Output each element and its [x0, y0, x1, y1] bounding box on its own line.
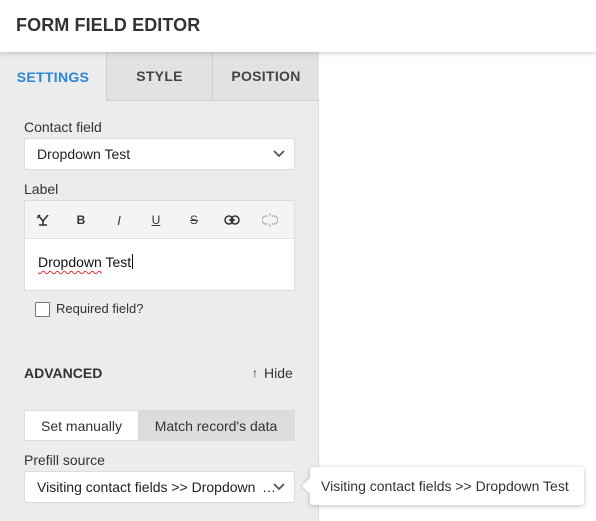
prefill-source-select[interactable]: Visiting contact fields >> Dropdown …	[24, 471, 295, 503]
tab-settings[interactable]: SETTINGS	[0, 52, 106, 101]
underline-icon[interactable]: U	[147, 211, 165, 229]
hide-advanced-button[interactable]: ↑ Hide	[252, 365, 293, 381]
contact-field-label: Contact field	[24, 119, 102, 135]
variable-icon[interactable]	[34, 211, 52, 229]
match-record-data-option[interactable]: Match record's data	[138, 411, 294, 440]
label-text-rest: Test	[101, 254, 132, 270]
chevron-down-icon	[273, 483, 285, 491]
hide-label: Hide	[264, 365, 293, 381]
set-manually-option[interactable]: Set manually	[25, 411, 138, 440]
required-checkbox-label: Required field?	[56, 301, 144, 316]
prefill-source-label: Prefill source	[24, 452, 105, 468]
link-icon[interactable]	[223, 211, 241, 229]
text-caret	[132, 254, 134, 269]
tab-bar: SETTINGS STYLE POSITION	[0, 52, 319, 101]
editor-toolbar: B I U S	[25, 201, 294, 239]
prefill-source-tooltip: Visiting contact fields >> Dropdown Test	[310, 467, 584, 505]
prefill-mode-toggle: Set manually Match record's data	[24, 410, 295, 441]
unlink-icon[interactable]	[261, 211, 279, 229]
arrow-up-icon: ↑	[252, 366, 258, 380]
label-text-word: Dropdown	[38, 254, 102, 270]
strikethrough-icon[interactable]: S	[185, 211, 203, 229]
prefill-source-value: Visiting contact fields >> Dropdown	[37, 479, 256, 495]
label-field-label: Label	[24, 181, 59, 197]
contact-field-value: Dropdown Test	[37, 146, 131, 162]
advanced-section-title: ADVANCED	[24, 365, 103, 381]
chevron-down-icon	[273, 150, 285, 158]
italic-icon[interactable]: I	[110, 211, 128, 229]
page-title: FORM FIELD EDITOR	[16, 15, 201, 35]
bold-icon[interactable]: B	[72, 211, 90, 229]
tab-position[interactable]: POSITION	[212, 52, 319, 101]
contact-field-select[interactable]: Dropdown Test	[24, 138, 295, 170]
editor-header: FORM FIELD EDITOR	[0, 0, 596, 52]
label-text[interactable]: Dropdown Test	[38, 254, 134, 270]
settings-panel: SETTINGS STYLE POSITION Contact field Dr…	[0, 52, 319, 521]
required-checkbox[interactable]	[35, 302, 50, 317]
label-rich-text-editor: B I U S Dropdown Test	[24, 200, 295, 291]
tab-style[interactable]: STYLE	[106, 52, 212, 101]
